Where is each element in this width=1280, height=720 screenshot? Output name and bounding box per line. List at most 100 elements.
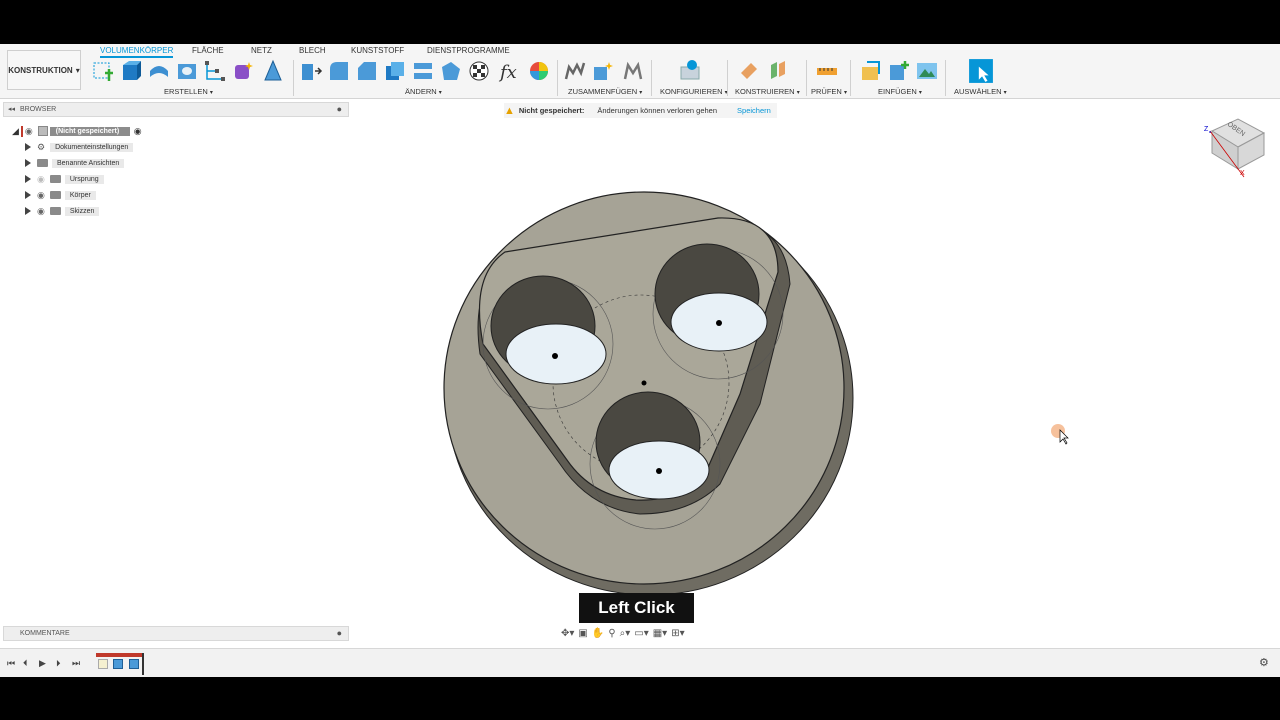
as-built-joint-icon[interactable] xyxy=(621,59,645,83)
expand-arrow-icon[interactable] xyxy=(25,207,31,215)
left-click-overlay: Left Click xyxy=(579,593,694,623)
group-erstellen[interactable]: ERSTELLEN ▾ xyxy=(164,87,213,96)
pan-icon[interactable]: ✋ xyxy=(592,628,604,639)
select-icon[interactable] xyxy=(968,58,994,84)
expand-triangle-icon[interactable]: ◢ xyxy=(12,126,19,137)
chevron-down-icon: ▾ xyxy=(75,65,80,75)
new-component-icon[interactable] xyxy=(591,59,615,83)
fusion-app-window: KONSTRUKTION ▾ VOLUMENKÖRPER FLÄCHE NETZ… xyxy=(0,44,1280,677)
tree-item-koerper[interactable]: ◉ Körper xyxy=(25,188,96,202)
configure-icon[interactable] xyxy=(678,59,702,83)
timeline-sketch-icon[interactable] xyxy=(98,659,108,669)
insert-canvas-icon[interactable] xyxy=(915,59,939,83)
physical-material-icon[interactable] xyxy=(527,59,551,83)
group-konstruieren[interactable]: KONSTRUIEREN ▾ xyxy=(735,87,800,96)
comments-panel[interactable]: KOMMENTARE ● xyxy=(3,626,349,641)
expand-arrow-icon[interactable] xyxy=(25,143,31,151)
eye-icon[interactable]: ◉ xyxy=(37,190,45,201)
step-back-icon[interactable]: ⏴ xyxy=(23,658,28,669)
tab-volumenkoerper[interactable]: VOLUMENKÖRPER xyxy=(100,46,174,58)
tree-item-label: Körper xyxy=(64,190,96,200)
split-body-icon[interactable] xyxy=(411,59,435,83)
play-icon[interactable]: ▶ xyxy=(39,658,46,669)
create-sketch-icon[interactable] xyxy=(91,59,115,83)
parameters-icon[interactable]: fx xyxy=(497,59,521,83)
toolbar-separator xyxy=(727,60,728,96)
timeline-settings-gear-icon[interactable]: ⚙ xyxy=(1259,656,1269,669)
tab-flaeche[interactable]: FLÄCHE xyxy=(192,46,224,55)
grid-settings-icon[interactable]: ▦▾ xyxy=(653,628,667,639)
browser-header[interactable]: ◂◂ BROWSER ● xyxy=(3,102,349,117)
tree-item-label: Benannte Ansichten xyxy=(52,158,125,168)
eye-icon[interactable]: ◉ xyxy=(37,206,45,217)
shell-icon[interactable] xyxy=(383,59,407,83)
eye-icon[interactable]: ◉ xyxy=(25,126,33,137)
look-at-icon[interactable]: ▣ xyxy=(578,628,587,639)
chamfer-icon[interactable] xyxy=(355,59,379,83)
timeline-extrude-icon[interactable] xyxy=(129,659,139,669)
add-comment-icon[interactable]: ● xyxy=(337,628,342,638)
expand-arrow-icon[interactable] xyxy=(25,191,31,199)
tree-root[interactable]: ◢ ◉ (Nicht gespeichert) ◉ xyxy=(12,124,142,138)
tab-blech[interactable]: BLECH xyxy=(299,46,326,55)
activate-radio-icon[interactable]: ◉ xyxy=(134,126,142,137)
fillet-icon[interactable] xyxy=(327,59,351,83)
step-forward-icon[interactable]: ⏵ xyxy=(56,658,61,669)
display-settings-icon[interactable]: ▭▾ xyxy=(634,628,648,639)
group-einfuegen[interactable]: EINFÜGEN ▾ xyxy=(878,87,922,96)
pin-icon[interactable]: ● xyxy=(337,104,342,114)
loft-icon[interactable] xyxy=(261,59,285,83)
orbit-icon[interactable]: ✥▾ xyxy=(561,628,574,639)
tree-item-ursprung[interactable]: ◉ Ursprung xyxy=(25,172,104,186)
workspace-switcher[interactable]: KONSTRUKTION ▾ xyxy=(7,50,81,90)
timeline-active-range xyxy=(96,653,144,657)
tab-dienstprogramme[interactable]: DIENSTPROGRAMME xyxy=(427,46,510,55)
hole-icon[interactable] xyxy=(175,59,199,83)
root-label: (Nicht gespeichert) xyxy=(49,126,130,136)
form-icon[interactable] xyxy=(231,59,255,83)
gear-icon: ⚙ xyxy=(37,141,46,152)
go-to-start-icon[interactable]: ⏮ xyxy=(7,658,15,669)
unsaved-warning-bar: ▲ Nicht gespeichert: Änderungen können v… xyxy=(504,103,777,118)
group-zusammenfuegen[interactable]: ZUSAMMENFÜGEN ▾ xyxy=(568,87,642,96)
collapse-panel-icon[interactable]: ◂◂ xyxy=(8,105,15,113)
measure-icon[interactable] xyxy=(815,59,839,83)
offset-plane-icon[interactable] xyxy=(737,59,761,83)
fit-icon[interactable]: ⌕▾ xyxy=(620,628,631,639)
insert-mesh-icon[interactable] xyxy=(887,59,911,83)
toolbar-separator xyxy=(806,60,807,96)
save-link[interactable]: Speichern xyxy=(737,106,771,115)
insert-derive-icon[interactable] xyxy=(859,59,883,83)
draft-icon[interactable] xyxy=(439,59,463,83)
toolbar-separator xyxy=(945,60,946,96)
navigation-bar: ✥▾ ▣ ✋ ⚲ ⌕▾ ▭▾ ▦▾ ⊞▾ xyxy=(561,626,685,640)
group-konfigurieren[interactable]: KONFIGURIEREN ▾ xyxy=(660,87,728,96)
folder-icon xyxy=(49,191,61,199)
tab-kunststoff[interactable]: KUNSTSTOFF xyxy=(351,46,404,55)
extrude-icon[interactable] xyxy=(119,59,143,83)
group-pruefen[interactable]: PRÜFEN ▾ xyxy=(811,87,847,96)
tree-item-dokumenteinstellungen[interactable]: ⚙ Dokumenteinstellungen xyxy=(25,140,134,154)
tab-netz[interactable]: NETZ xyxy=(251,46,272,55)
press-pull-icon[interactable] xyxy=(299,59,323,83)
warning-message: Änderungen können verloren gehen xyxy=(597,106,718,115)
revolve-icon[interactable] xyxy=(147,59,171,83)
joint-icon[interactable] xyxy=(563,59,587,83)
group-auswaehlen[interactable]: AUSWÄHLEN ▾ xyxy=(954,87,1007,96)
appearance-icon[interactable] xyxy=(467,59,491,83)
tree-item-benannte-ansichten[interactable]: Benannte Ansichten xyxy=(25,156,125,170)
zoom-icon[interactable]: ⚲ xyxy=(608,628,615,639)
eye-hidden-icon[interactable]: ◉ xyxy=(37,174,45,185)
midplane-icon[interactable] xyxy=(767,59,791,83)
group-aendern[interactable]: ÄNDERN ▾ xyxy=(405,87,442,96)
tree-item-skizzen[interactable]: ◉ Skizzen xyxy=(25,204,100,218)
go-to-end-icon[interactable]: ⏭ xyxy=(72,658,80,669)
browser-panel: ◂◂ BROWSER ● ◢ ◉ (Nicht gespeichert) ◉ ⚙… xyxy=(0,102,350,232)
timeline-marker[interactable] xyxy=(142,653,144,675)
timeline-extrude-icon[interactable] xyxy=(113,659,123,669)
pattern-icon[interactable] xyxy=(203,59,227,83)
viewports-icon[interactable]: ⊞▾ xyxy=(671,628,684,639)
expand-arrow-icon[interactable] xyxy=(25,159,31,167)
ribbon-toolbar: KONSTRUKTION ▾ VOLUMENKÖRPER FLÄCHE NETZ… xyxy=(0,44,1280,99)
expand-arrow-icon[interactable] xyxy=(25,175,31,183)
